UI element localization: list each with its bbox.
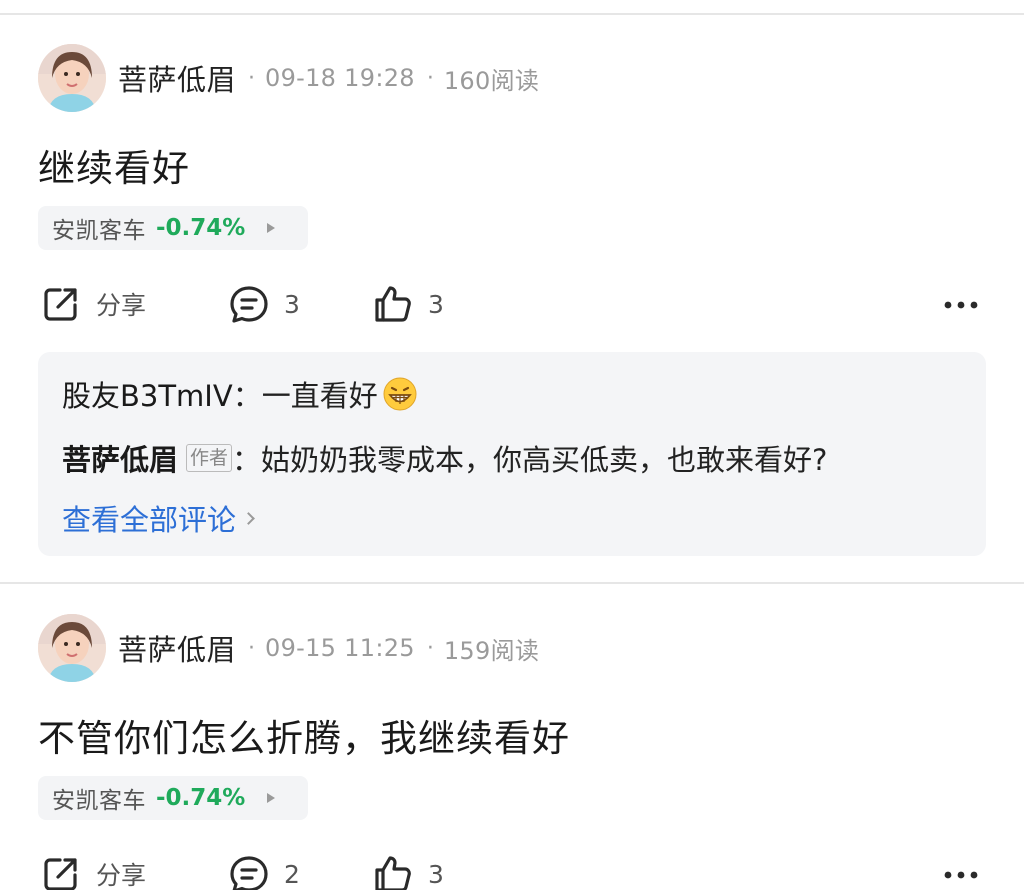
avatar[interactable] (38, 614, 106, 682)
comment-count: 3 (284, 289, 300, 319)
post-time: 09-15 11:25 (265, 634, 415, 662)
share-label: 分享 (96, 861, 147, 890)
share-button[interactable]: 分享 (40, 850, 146, 890)
meta-separator: · (248, 65, 256, 91)
view-all-comments-label: 查看全部评论 (62, 503, 237, 537)
comment-item[interactable]: 股友B3TmIV ： 一直看好 (62, 372, 418, 416)
avatar[interactable] (38, 44, 106, 112)
comment-icon (228, 283, 270, 325)
comment-separator: ： (232, 443, 262, 477)
more-button[interactable] (940, 280, 982, 328)
author-badge: 作者 (186, 444, 233, 472)
share-button[interactable]: 分享 (40, 280, 146, 328)
like-button[interactable]: 3 (372, 280, 444, 328)
top-divider (0, 13, 1024, 15)
grin-emoji-icon (382, 376, 418, 412)
author-name[interactable]: 菩萨低眉 (118, 627, 236, 669)
comments-preview: 股友B3TmIV ： 一直看好 菩萨低眉 作者 ： 姑奶奶我零成本，你高买低卖，… (38, 352, 986, 556)
share-icon (40, 283, 82, 325)
comment-icon (228, 853, 270, 890)
stock-tag[interactable]: 安凯客车 -0.74% (38, 206, 308, 250)
comment-user[interactable]: 菩萨低眉 (62, 437, 178, 479)
like-count: 3 (428, 859, 444, 889)
stock-change: -0.74% (156, 215, 246, 241)
triangle-right-icon (267, 793, 276, 803)
comment-count: 2 (284, 859, 300, 889)
like-count: 3 (428, 289, 444, 319)
post-content[interactable]: 不管你们怎么折腾，我继续看好 (38, 708, 570, 762)
view-count: 160阅读 (443, 66, 540, 95)
action-bar: 分享 3 3 (0, 280, 1024, 328)
more-button[interactable] (940, 850, 982, 890)
like-icon (372, 283, 414, 325)
meta-separator: · (426, 635, 434, 661)
comment-button[interactable]: 3 (228, 280, 300, 328)
share-label: 分享 (96, 291, 147, 320)
post-content[interactable]: 继续看好 (38, 138, 190, 192)
meta-separator: · (248, 635, 256, 661)
stock-tag[interactable]: 安凯客车 -0.74% (38, 776, 308, 820)
stock-name: 安凯客车 (52, 218, 146, 244)
comment-text: 一直看好 (261, 379, 378, 413)
post-divider (0, 582, 1024, 584)
chevron-right-icon (242, 511, 255, 525)
stock-name: 安凯客车 (52, 788, 146, 814)
post-meta: 菩萨低眉 · 09-18 19:28 · 160阅读 (118, 58, 539, 98)
post-meta: 菩萨低眉 · 09-15 11:25 · 159阅读 (118, 628, 539, 668)
more-icon (940, 853, 982, 890)
author-name[interactable]: 菩萨低眉 (118, 57, 236, 99)
more-icon (940, 283, 982, 325)
comment-separator: ： (232, 379, 262, 413)
like-button[interactable]: 3 (372, 850, 444, 890)
view-all-comments-link[interactable]: 查看全部评论 (62, 496, 255, 540)
comment-item[interactable]: 菩萨低眉 作者 ： 姑奶奶我零成本，你高买低卖，也敢来看好? (62, 436, 827, 480)
comment-text: 姑奶奶我零成本，你高买低卖，也敢来看好? (261, 443, 828, 477)
comment-button[interactable]: 2 (228, 850, 300, 890)
triangle-right-icon (267, 223, 276, 233)
action-bar: 分享 2 3 (0, 850, 1024, 890)
like-icon (372, 853, 414, 890)
view-count: 159阅读 (443, 636, 540, 665)
comment-user[interactable]: 股友B3TmIV (62, 373, 233, 415)
share-icon (40, 853, 82, 890)
post-time: 09-18 19:28 (265, 64, 415, 92)
meta-separator: · (426, 65, 434, 91)
stock-change: -0.74% (156, 785, 246, 811)
